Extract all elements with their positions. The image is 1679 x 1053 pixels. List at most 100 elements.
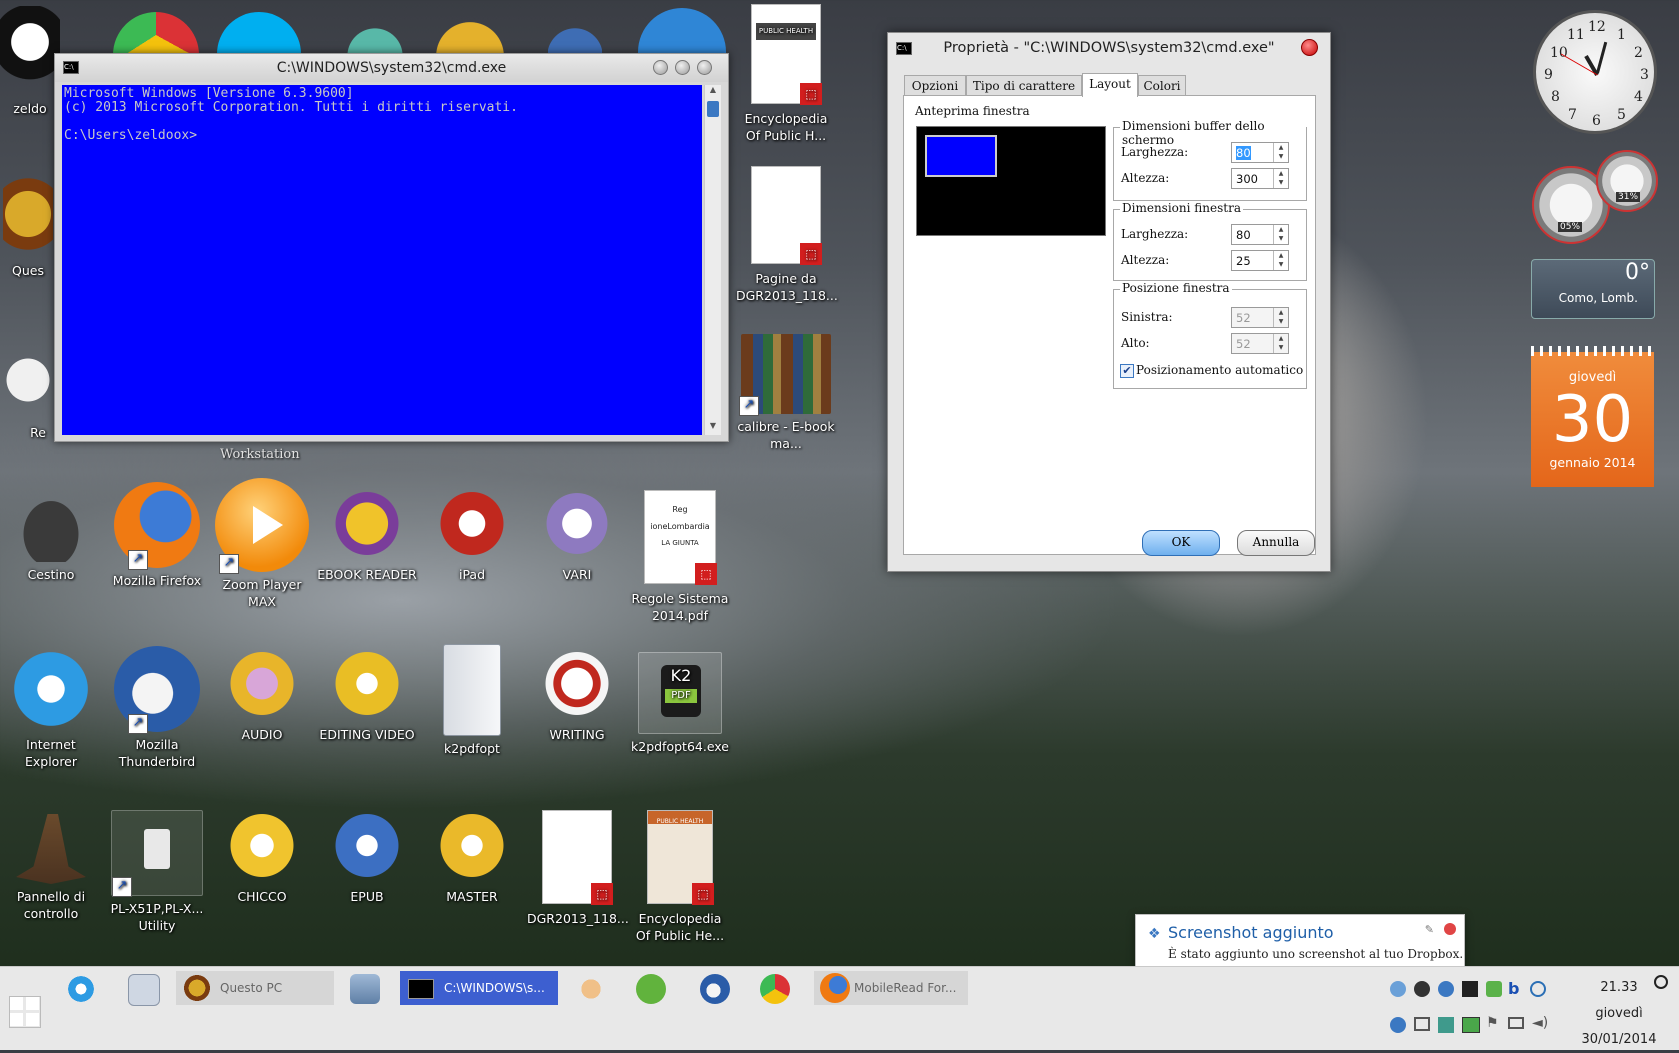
buffer-height-input[interactable]: 300 ▲ ▼	[1231, 168, 1289, 189]
desktop-icon-firefox[interactable]: ↗ Mozilla Firefox	[107, 482, 207, 589]
auto-position-checkbox[interactable]: ✔	[1120, 364, 1134, 378]
dialog-close-button[interactable]	[1301, 39, 1318, 56]
desktop-icon-ebook-reader[interactable]: EBOOK READER	[317, 492, 417, 583]
desktop-icon-cestino[interactable]: Cestino	[1, 492, 101, 583]
search-icon[interactable]	[1654, 975, 1668, 989]
tray-e-icon[interactable]	[1530, 981, 1546, 997]
toast-close-button[interactable]	[1444, 923, 1456, 935]
utorrent-taskbar-icon[interactable]	[636, 974, 666, 1004]
tray-network-icon[interactable]	[1414, 1017, 1430, 1031]
taskbar-item-firefox[interactable]: MobileRead For...	[814, 971, 968, 1005]
tab-layout[interactable]: Layout	[1082, 73, 1138, 97]
desktop-icon-k2pdfopt[interactable]: k2pdfopt	[422, 644, 522, 757]
explorer-taskbar-icon[interactable]	[350, 974, 380, 1004]
cmd-titlebar[interactable]: C:\ C:\WINDOWS\system32\cmd.exe	[55, 54, 728, 82]
calendar-gadget[interactable]: giovedì 30 gennaio 2014	[1531, 346, 1654, 487]
scroll-icon-top[interactable]	[638, 8, 726, 56]
desktop-icon-editing-video[interactable]: EDITING VIDEO	[317, 652, 417, 743]
spinner-arrows-icon[interactable]: ▲ ▼	[1273, 334, 1288, 353]
desktop-icon-questo-pc[interactable]: Ques	[0, 170, 56, 279]
desktop-icon-re[interactable]: Re	[0, 340, 56, 441]
tray-battery-icon[interactable]	[1462, 1017, 1480, 1033]
position-top-input[interactable]: 52 ▲ ▼	[1231, 333, 1289, 354]
tray-security-icon[interactable]	[1414, 981, 1430, 997]
tab-colori[interactable]: Colori	[1138, 75, 1186, 96]
desktop-icon-pagine-da[interactable]: ⬚ Pagine da DGR2013_118...	[736, 166, 838, 304]
desktop-icon-master[interactable]: MASTER	[422, 814, 522, 905]
spinner-arrows-icon[interactable]: ▲ ▼	[1273, 169, 1288, 188]
dropbox-notification[interactable]: ❖ Screenshot aggiunto È stato aggiunto u…	[1135, 914, 1465, 978]
window-height-input[interactable]: 25 ▲ ▼	[1231, 250, 1289, 271]
scroll-thumb[interactable]	[707, 101, 719, 117]
chrome-icon[interactable]	[113, 12, 199, 58]
desktop-icon-vari[interactable]: VARI	[527, 492, 627, 583]
rabbit-taskbar-icon[interactable]	[576, 974, 606, 1004]
desktop-icon-writing[interactable]: WRITING	[527, 652, 627, 743]
tray-b-icon[interactable]: b	[1508, 979, 1519, 998]
tray-media-icon[interactable]	[1462, 981, 1478, 997]
tray-update-icon[interactable]	[1390, 981, 1406, 997]
spinner-arrows-icon[interactable]: ▲ ▼	[1273, 308, 1288, 327]
cancel-button[interactable]: Annulla	[1237, 530, 1315, 556]
desktop-icon-k2pdfopt64[interactable]: K2 PDF k2pdfopt64.exe	[630, 652, 730, 755]
tray-power-icon[interactable]	[1390, 1017, 1406, 1033]
properties-dialog[interactable]: C:\ Proprietà - "C:\WINDOWS\system32\cmd…	[887, 32, 1331, 572]
clock-gadget[interactable]: 12 1 2 3 4 5 6 7 8 9 10 11	[1533, 10, 1657, 134]
calculator-taskbar-icon[interactable]	[128, 974, 160, 1006]
desktop-icon-thunderbird[interactable]: ↗ Mozilla Thunderbird	[107, 646, 207, 770]
tab-opzioni[interactable]: Opzioni	[904, 75, 966, 96]
tab-tipo-carattere[interactable]: Tipo di carattere	[966, 75, 1082, 96]
position-left-input[interactable]: 52 ▲ ▼	[1231, 307, 1289, 328]
desktop-icon-user[interactable]: zeldo	[0, 6, 60, 117]
tray-device-icon[interactable]	[1438, 1017, 1454, 1033]
tray-flag-icon[interactable]: ⚑	[1486, 1015, 1499, 1031]
saint-icon-top-1[interactable]	[340, 14, 410, 56]
desktop-icon-dgr2013[interactable]: ⬚ DGR2013_118...	[527, 810, 629, 927]
desktop-icon-regole-sistema[interactable]: Reg ioneLombardia LA GIUNTA ⬚ Regole Sis…	[630, 490, 730, 624]
window-width-input[interactable]: 80 ▲ ▼	[1231, 224, 1289, 245]
buffer-width-input[interactable]: 80 ▲ ▼	[1231, 142, 1289, 163]
console-output[interactable]: Microsoft Windows [Versione 6.3.9600] (c)…	[62, 85, 702, 435]
scroll-up-arrow-icon[interactable]: ▲	[705, 85, 721, 99]
spinner-arrows-icon[interactable]: ▲ ▼	[1273, 251, 1288, 270]
minimize-button[interactable]	[653, 60, 668, 75]
taskbar-item-cmd[interactable]: C:\WINDOWS\s...	[400, 971, 558, 1005]
spinner-arrows-icon[interactable]: ▲ ▼	[1273, 225, 1288, 244]
close-button[interactable]	[697, 60, 712, 75]
desktop-icon-chicco[interactable]: CHICCO	[212, 814, 312, 905]
cpu-meter-gadget[interactable]: 05% 31%	[1530, 150, 1660, 244]
cmd-window[interactable]: C:\ C:\WINDOWS\system32\cmd.exe Microsof…	[54, 53, 729, 442]
saint-icon-top-2[interactable]	[430, 10, 510, 56]
tray-sync-icon[interactable]	[1486, 981, 1502, 997]
chrome-taskbar-icon[interactable]	[760, 974, 790, 1004]
weather-gadget[interactable]: 0° Como, Lomb.	[1531, 259, 1655, 319]
ie-taskbar-icon[interactable]	[66, 974, 96, 1004]
tray-clock[interactable]: 21.33 giovedì 30/01/2014	[1576, 975, 1662, 1053]
tray-volume-icon[interactable]: ◄)	[1532, 1015, 1548, 1031]
taskbar-item-questo-pc[interactable]: Questo PC	[176, 971, 334, 1005]
desktop-icon-encyclopedia-top[interactable]: PUBLIC HEALTH ⬚ Encyclopedia Of Public H…	[736, 4, 836, 144]
auto-position-label[interactable]: Posizionamento automatico	[1136, 363, 1303, 377]
ok-button[interactable]: OK	[1142, 530, 1220, 556]
desktop-icon-audio[interactable]: AUDIO	[212, 652, 312, 743]
maximize-button[interactable]	[675, 60, 690, 75]
desktop-icon-pl-utility[interactable]: ↗ PL-X51P,PL-X... Utility	[107, 810, 207, 934]
desktop-icon-encyclopedia-bottom[interactable]: PUBLIC HEALTH ⬚ Encyclopedia Of Public H…	[630, 810, 730, 944]
console-scrollbar[interactable]: ▲ ▼	[704, 85, 721, 435]
saint-icon-top-3[interactable]	[548, 14, 602, 56]
skype-icon[interactable]	[217, 12, 301, 58]
tray-dropbox-icon[interactable]	[1438, 981, 1454, 997]
scroll-down-arrow-icon[interactable]: ▼	[705, 421, 721, 435]
desktop-icon-ipad[interactable]: iPad	[422, 492, 522, 583]
desktop-icon-zoom-player[interactable]: ↗ Zoom Player MAX	[212, 478, 312, 610]
desktop-icon-pannello-controllo[interactable]: Pannello di controllo	[1, 814, 101, 922]
wrench-icon[interactable]: ✎	[1425, 923, 1434, 936]
spinner-arrows-icon[interactable]: ▲ ▼	[1273, 143, 1288, 162]
desktop-icon-epub[interactable]: EPUB	[317, 814, 417, 905]
dialog-titlebar[interactable]: C:\ Proprietà - "C:\WINDOWS\system32\cmd…	[888, 33, 1330, 63]
desktop-icon-calibre[interactable]: ↗ calibre - E-book ma...	[736, 334, 836, 452]
start-button[interactable]	[9, 996, 41, 1028]
thunderbird-taskbar-icon[interactable]	[700, 974, 730, 1004]
tray-display-icon[interactable]	[1508, 1017, 1524, 1029]
desktop-icon-internet-explorer[interactable]: Internet Explorer	[1, 646, 101, 770]
